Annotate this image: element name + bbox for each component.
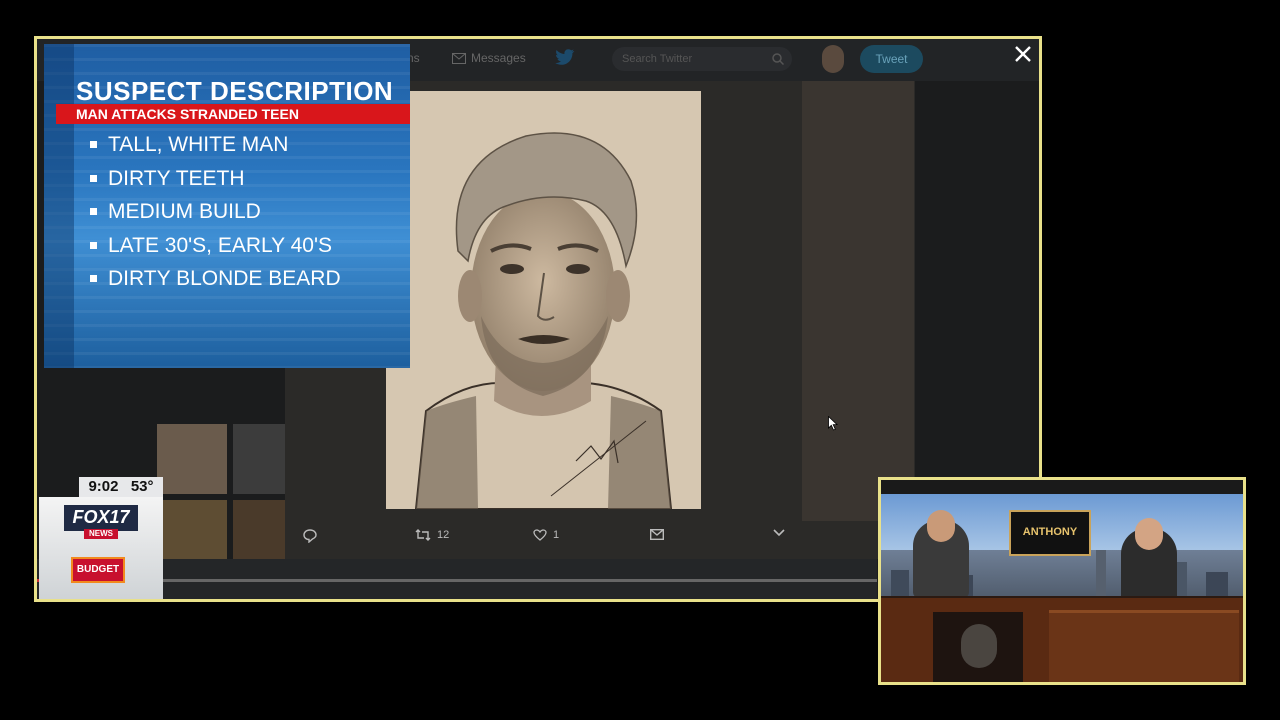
graphic-title: SUSPECT DESCRIPTION — [76, 76, 394, 106]
media-modal-side — [802, 81, 914, 521]
like-button[interactable]: 1 — [533, 529, 559, 541]
station-logo: FOX17 — [64, 505, 138, 531]
retweet-count: 12 — [437, 529, 450, 541]
retweet-icon — [415, 529, 431, 541]
station-bug: 9:02 53° FOX17 NEWS BUDGET — [39, 477, 163, 599]
heart-icon — [533, 529, 547, 541]
media-thumbnail[interactable] — [157, 424, 227, 494]
list-item-text: TALL, WHITE MAN — [108, 133, 289, 156]
list-item: DIRTY TEETH — [90, 162, 341, 196]
envelope-icon — [452, 52, 466, 64]
list-item: DIRTY BLONDE BEARD — [90, 262, 341, 296]
like-count: 1 — [553, 529, 560, 541]
direct-message-button[interactable] — [650, 529, 664, 540]
list-item: TALL, WHITE MAN — [90, 128, 341, 162]
list-item-text: DIRTY BLONDE BEARD — [108, 267, 341, 290]
host-right — [1121, 518, 1177, 606]
nav-messages[interactable]: Messages — [452, 51, 526, 65]
tweet-action-bar: 12 1 — [285, 523, 805, 553]
desk-panel — [933, 612, 1023, 682]
list-item: MEDIUM BUILD — [90, 195, 341, 229]
clock-time: 9:02 — [88, 478, 119, 495]
bullet-icon — [90, 141, 97, 149]
list-item-text: MEDIUM BUILD — [108, 200, 261, 223]
more-button[interactable] — [773, 529, 785, 537]
sponsor-logo: BUDGET — [71, 557, 125, 583]
studio-picture-in-picture: ANTHONY — [878, 477, 1246, 685]
chevron-down-icon — [773, 529, 785, 537]
suspect-sketch-image[interactable] — [386, 91, 701, 509]
bullet-icon — [90, 174, 97, 182]
host-left — [913, 510, 969, 598]
suspect-description-graphic: SUSPECT DESCRIPTION MAN ATTACKS STRANDED… — [44, 44, 410, 368]
show-logo: ANTHONY — [1009, 510, 1091, 556]
desk-logo-icon — [961, 624, 997, 668]
station-logo-news: NEWS — [84, 529, 118, 539]
search-input[interactable]: Search Twitter — [612, 47, 792, 71]
list-item-text: DIRTY TEETH — [108, 166, 245, 190]
search-placeholder: Search Twitter — [622, 53, 693, 65]
envelope-icon — [650, 529, 664, 540]
reply-button[interactable] — [303, 529, 317, 543]
avatar[interactable] — [822, 45, 844, 73]
description-list: TALL, WHITE MAN DIRTY TEETH MEDIUM BUILD… — [90, 128, 341, 296]
station-logo-panel: FOX17 NEWS BUDGET — [39, 497, 163, 599]
mouse-cursor-icon — [828, 415, 838, 436]
list-item-text: LATE 30'S, EARLY 40'S — [108, 233, 332, 257]
graphic-subtitle: MAN ATTACKS STRANDED TEEN — [56, 104, 410, 124]
desk-panel — [1049, 610, 1239, 682]
list-item: LATE 30'S, EARLY 40'S — [90, 229, 341, 263]
temperature: 53° — [130, 478, 154, 495]
bullet-icon — [90, 208, 97, 216]
time-temp: 9:02 53° — [79, 477, 163, 497]
nav-messages-label: Messages — [471, 51, 526, 65]
studio-lighting-rig — [881, 480, 1243, 494]
studio-desk — [881, 598, 1243, 682]
tweet-button[interactable]: Tweet — [860, 45, 923, 73]
close-icon[interactable] — [1011, 44, 1035, 68]
video-progress-bar[interactable] — [37, 579, 877, 582]
bullet-icon — [90, 275, 97, 283]
retweet-button[interactable]: 12 — [415, 529, 449, 541]
twitter-bird-icon[interactable] — [555, 49, 575, 70]
graphic-side-panel — [44, 44, 74, 368]
search-icon — [772, 53, 784, 65]
bullet-icon — [90, 241, 97, 249]
reply-icon — [303, 529, 317, 543]
